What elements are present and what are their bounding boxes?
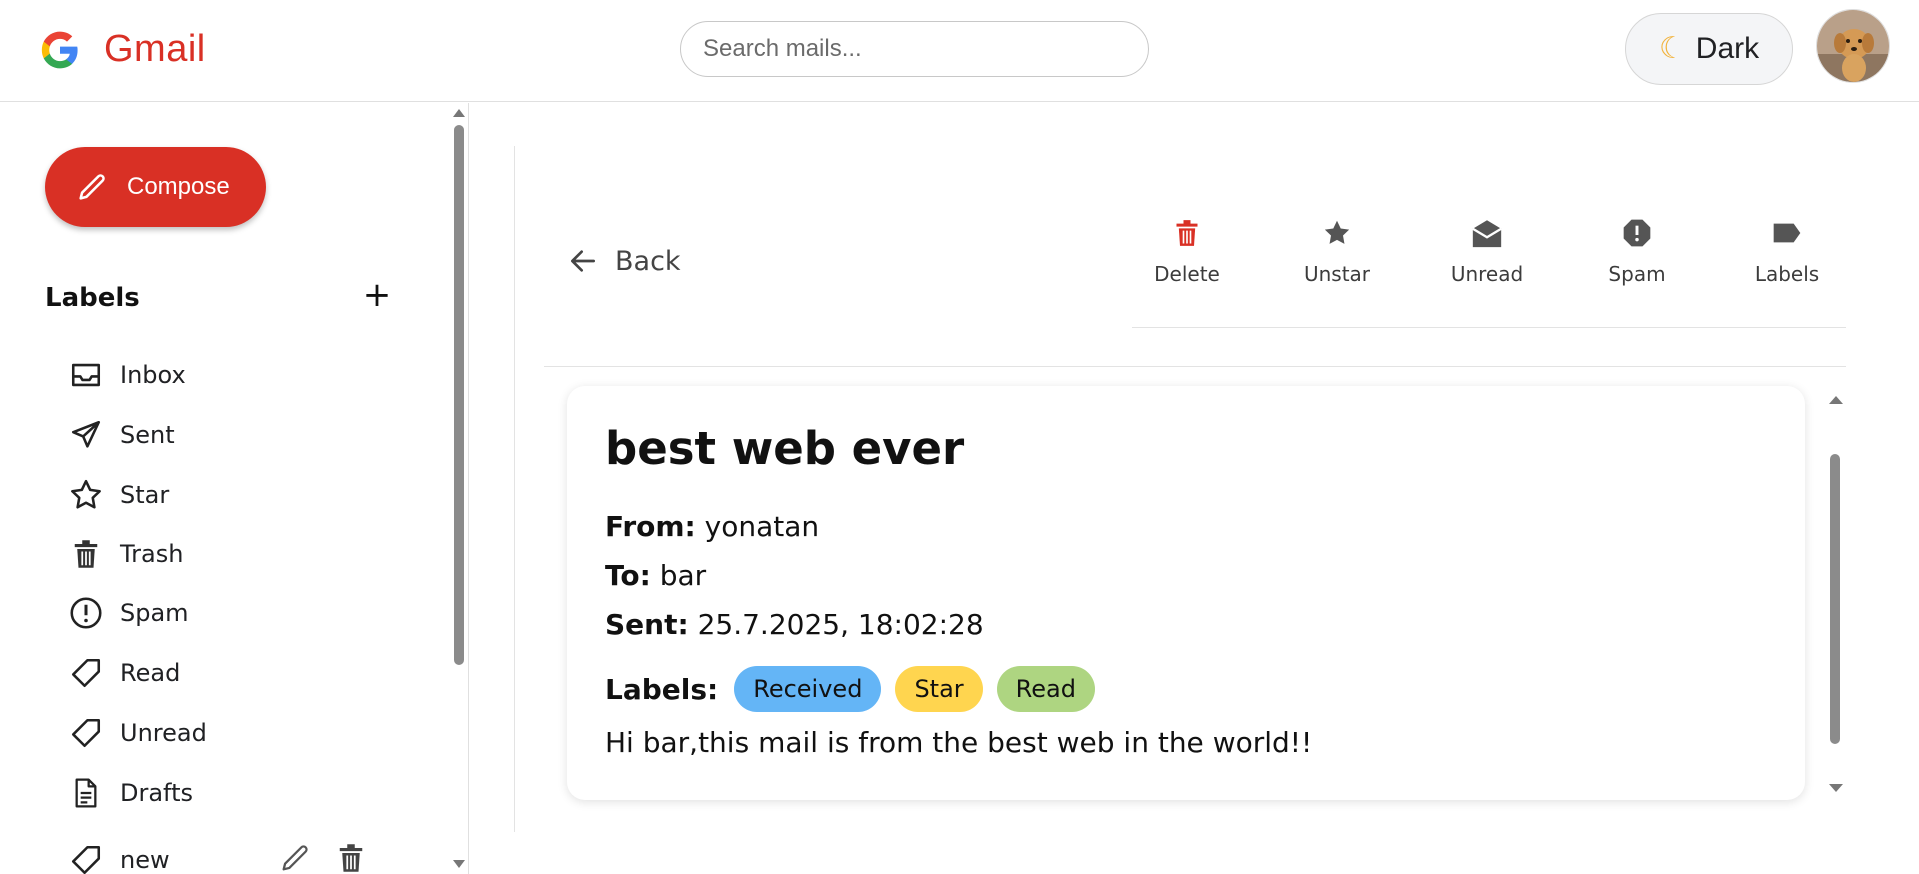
sidebar-item-drafts[interactable]: Drafts [68,773,193,813]
add-label-button[interactable]: + [362,275,392,315]
theme-toggle-button[interactable]: ☾ Dark [1625,13,1793,85]
sidebar-item-label: Inbox [120,361,186,389]
pencil-icon [79,174,105,200]
main-divider-horizontal [544,366,1846,367]
labels-heading: Labels [45,283,140,313]
mail-body: Hi bar,this mail is from the best web in… [605,726,1313,759]
sidebar-item-label: Trash [120,540,184,568]
spam-label: Spam [1608,262,1666,286]
arrow-left-icon [571,250,595,272]
draft-icon [68,775,104,811]
send-icon [68,417,104,453]
unread-button[interactable]: Unread [1432,214,1542,286]
label-icon [68,655,104,691]
sidebar-item-trash[interactable]: Trash [68,534,183,574]
sidebar-item-new[interactable]: new [68,840,170,874]
sidebar-item-label: Drafts [120,779,193,807]
sidebar-item-label: new [120,846,170,874]
unstar-button[interactable]: Unstar [1282,214,1392,286]
scrollbar-thumb[interactable] [454,125,464,665]
edit-label-icon[interactable] [278,841,312,874]
report-spam-icon [1621,214,1653,252]
label-chip-star[interactable]: Star [895,666,983,712]
mail-card: best web ever From: yonatan To: bar Sent… [567,386,1805,800]
sent-value: 25.7.2025, 18:02:28 [697,608,984,641]
labels-row-label: Labels: [605,672,719,706]
sidebar-item-label: Read [120,659,181,687]
to-value: bar [659,559,707,592]
moon-icon: ☾ [1658,32,1686,65]
label-chip-read[interactable]: Read [996,666,1095,712]
theme-toggle-label: Dark [1695,32,1760,65]
sidebar-item-label: Unread [120,719,207,747]
label-icon [68,842,104,874]
sidebar-item-sent[interactable]: Sent [68,415,175,455]
labels-button[interactable]: Labels [1732,214,1842,286]
compose-button[interactable]: Compose [45,147,266,227]
sidebar-scrollbar[interactable] [453,103,468,874]
label-icon [68,715,104,751]
sidebar-item-label: Sent [120,421,175,449]
mail-labels: Labels: Received Star Read [605,666,1095,712]
sidebar-item-unread[interactable]: Unread [68,713,207,753]
trash-icon [1173,214,1201,252]
compose-label: Compose [127,173,230,200]
sidebar-item-inbox[interactable]: Inbox [68,355,186,395]
avatar[interactable] [1816,9,1890,83]
star-icon [1321,214,1353,252]
delete-label-icon[interactable] [336,841,366,874]
unstar-label: Unstar [1303,262,1371,286]
label-icon [1771,214,1803,252]
scrollbar-thumb[interactable] [1830,454,1840,744]
delete-label: Delete [1154,262,1220,286]
scroll-down-arrow-icon[interactable] [453,860,465,868]
from-value: yonatan [704,510,820,543]
inbox-icon [68,357,104,393]
search-input[interactable] [680,21,1149,77]
unread-label: Unread [1450,262,1524,286]
sidebar-item-label: Star [120,481,170,509]
back-label: Back [615,245,681,277]
to-label: To: [605,559,651,592]
scroll-up-arrow-icon[interactable] [1829,396,1843,404]
avatar-image [1817,10,1889,82]
google-logo-icon [41,31,78,69]
from-label: From: [605,510,696,543]
spam-icon [68,595,104,631]
mail-to: To: bar [605,559,706,592]
scroll-up-arrow-icon[interactable] [453,109,465,117]
sidebar-item-star[interactable]: Star [68,475,169,515]
trash-icon [68,536,104,572]
label-chip-received[interactable]: Received [734,666,882,712]
scroll-down-arrow-icon[interactable] [1829,784,1843,792]
sidebar-item-label: Spam [120,599,189,627]
mail-scrollbar[interactable] [1828,394,1844,798]
mail-sent: Sent: 25.7.2025, 18:02:28 [605,608,984,641]
sidebar: Compose Labels + Inbox Sent Star Trash S… [0,103,469,874]
delete-button[interactable]: Delete [1132,214,1242,286]
labels-label: Labels [1754,262,1820,286]
sent-label: Sent: [605,608,689,641]
sidebar-item-read[interactable]: Read [68,653,180,693]
star-icon [68,477,104,513]
app-logo-text: Gmail [104,28,206,70]
mail-subject: best web ever [605,422,965,475]
spam-button[interactable]: Spam [1582,214,1692,286]
top-header: Gmail ☾ Dark [0,0,1919,102]
label-actions [278,841,366,874]
mark-unread-icon [1470,214,1504,252]
mail-toolbar: Delete Unstar Unread Spam Labels [1132,214,1846,328]
main-divider [514,146,515,832]
back-button[interactable]: Back [567,245,681,277]
sidebar-item-spam[interactable]: Spam [68,593,189,633]
mail-from: From: yonatan [605,510,819,543]
